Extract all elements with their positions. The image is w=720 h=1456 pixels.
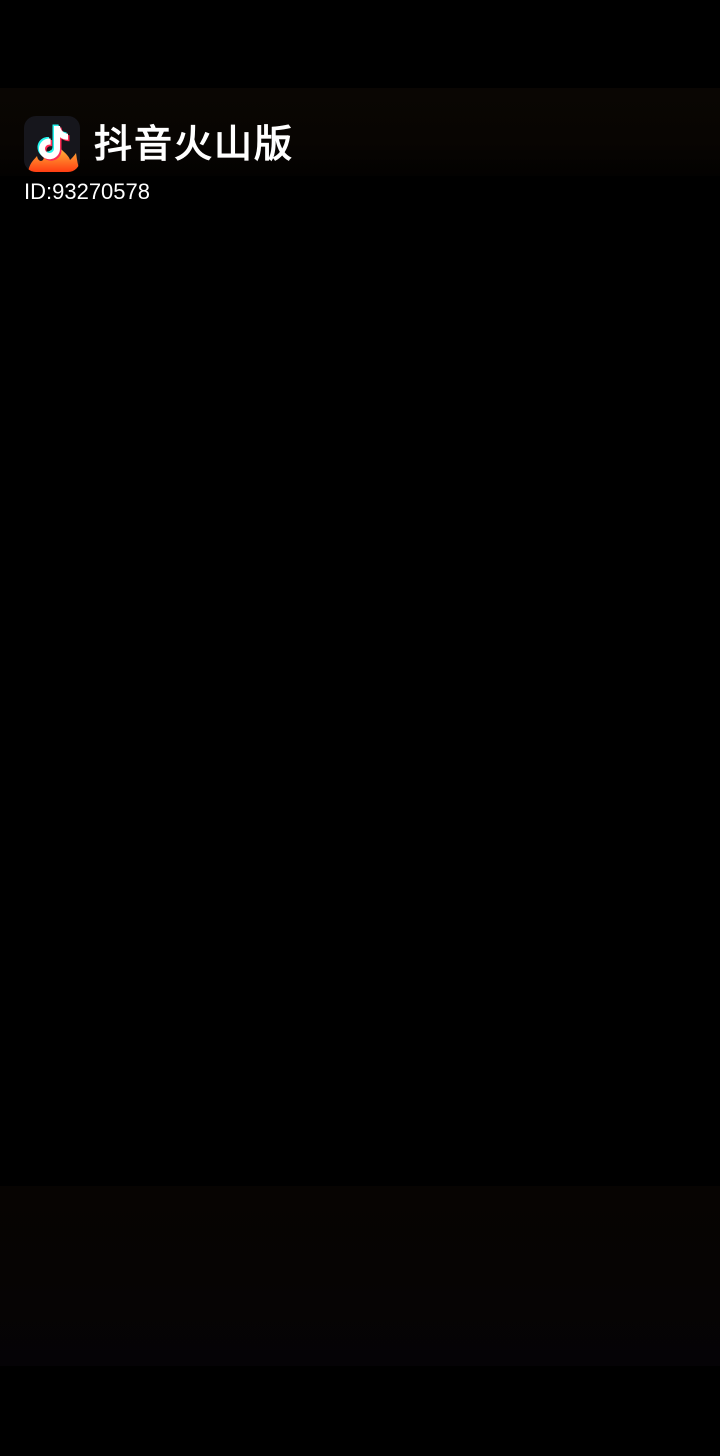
douyin-huoshan-logo-icon [24, 116, 80, 172]
user-id-label: ID:93270578 [24, 179, 150, 204]
bottom-gradient [0, 1186, 720, 1366]
video-player[interactable]: 抖音火山版 ID:93270578 [0, 0, 720, 1456]
watermark: 抖音火山版 ID:93270578 [24, 116, 324, 216]
app-name: 抖音火山版 [94, 122, 295, 166]
